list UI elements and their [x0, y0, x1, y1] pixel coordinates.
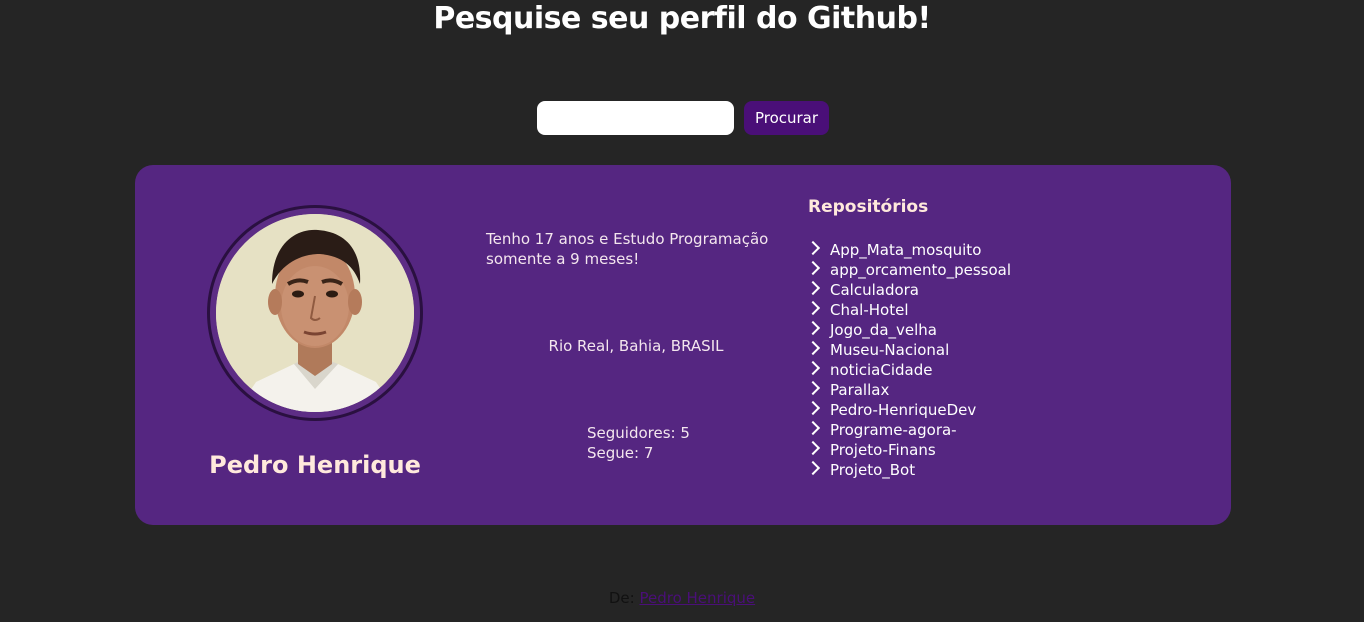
chevron-right-icon — [805, 400, 821, 416]
repository-name: Jogo_da_velha — [830, 321, 937, 339]
following-count: Segue: 7 — [587, 444, 654, 462]
avatar-portrait — [216, 214, 414, 412]
repository-name: Programe-agora- — [830, 421, 957, 439]
chevron-right-icon — [805, 260, 821, 276]
search-input[interactable] — [537, 101, 734, 135]
repositories-section: Repositórios App_Mata_mosquito app_orcam… — [805, 195, 1188, 480]
repository-item[interactable]: Museu-Nacional — [805, 340, 1188, 360]
search-bar: Procurar — [537, 101, 829, 135]
repository-item[interactable]: App_Mata_mosquito — [805, 240, 1188, 260]
chevron-right-icon — [805, 280, 821, 296]
chevron-right-icon — [805, 300, 821, 316]
profile-name: Pedro Henrique — [209, 451, 421, 479]
repository-item[interactable]: Projeto_Bot — [805, 460, 1188, 480]
repository-item[interactable]: noticiaCidade — [805, 360, 1188, 380]
repository-name: noticiaCidade — [830, 361, 933, 379]
repository-item[interactable]: Projeto-Finans — [805, 440, 1188, 460]
repository-item[interactable]: Calculadora — [805, 280, 1188, 300]
page: Pesquise seu perfil do Github! Procurar — [0, 0, 1364, 622]
footer-prefix: De: — [608, 589, 635, 607]
chevron-right-icon — [805, 360, 821, 376]
followers-count: Seguidores: 5 — [587, 424, 690, 442]
repository-name: app_orcamento_pessoal — [830, 261, 1012, 279]
repository-name: App_Mata_mosquito — [830, 241, 982, 259]
repository-item[interactable]: app_orcamento_pessoal — [805, 260, 1188, 280]
repository-name: Museu-Nacional — [830, 341, 950, 359]
profile-card: Pedro Henrique Tenho 17 anos e Estudo Pr… — [135, 165, 1231, 525]
repository-name: Calculadora — [830, 281, 920, 299]
chevron-right-icon — [805, 340, 821, 356]
repositories-title: Repositórios — [808, 197, 929, 217]
repository-name: Pedro-HenriqueDev — [830, 401, 977, 419]
profile-location: Rio Real, Bahia, BRASIL — [548, 337, 724, 355]
repository-item[interactable]: Jogo_da_velha — [805, 320, 1188, 340]
chevron-right-icon — [805, 320, 821, 336]
repository-item[interactable]: Pedro-HenriqueDev — [805, 400, 1188, 420]
chevron-right-icon — [805, 240, 821, 256]
chevron-right-icon — [805, 420, 821, 436]
repository-name: Chal-Hotel — [830, 301, 909, 319]
repository-name: Projeto_Bot — [830, 461, 916, 479]
avatar-photo — [216, 214, 414, 412]
author-link[interactable]: Pedro Henrique — [639, 589, 755, 607]
chevron-right-icon — [805, 440, 821, 456]
chevron-right-icon — [805, 380, 821, 396]
page-title: Pesquise seu perfil do Github! — [433, 1, 931, 36]
repository-item[interactable]: Chal-Hotel — [805, 300, 1188, 320]
chevron-right-icon — [805, 460, 821, 476]
profile-stats: Seguidores: 5 Segue: 7 — [587, 423, 690, 463]
repository-item[interactable]: Programe-agora- — [805, 420, 1188, 440]
repository-item[interactable]: Parallax — [805, 380, 1188, 400]
repository-name: Projeto-Finans — [830, 441, 936, 459]
repository-list: App_Mata_mosquito app_orcamento_pessoal … — [805, 240, 1188, 480]
search-button[interactable]: Procurar — [744, 101, 829, 135]
footer: De: Pedro Henrique — [0, 588, 1364, 608]
avatar — [207, 205, 423, 421]
profile-bio: Tenho 17 anos e Estudo Programação somen… — [486, 230, 769, 268]
repository-name: Parallax — [830, 381, 890, 399]
